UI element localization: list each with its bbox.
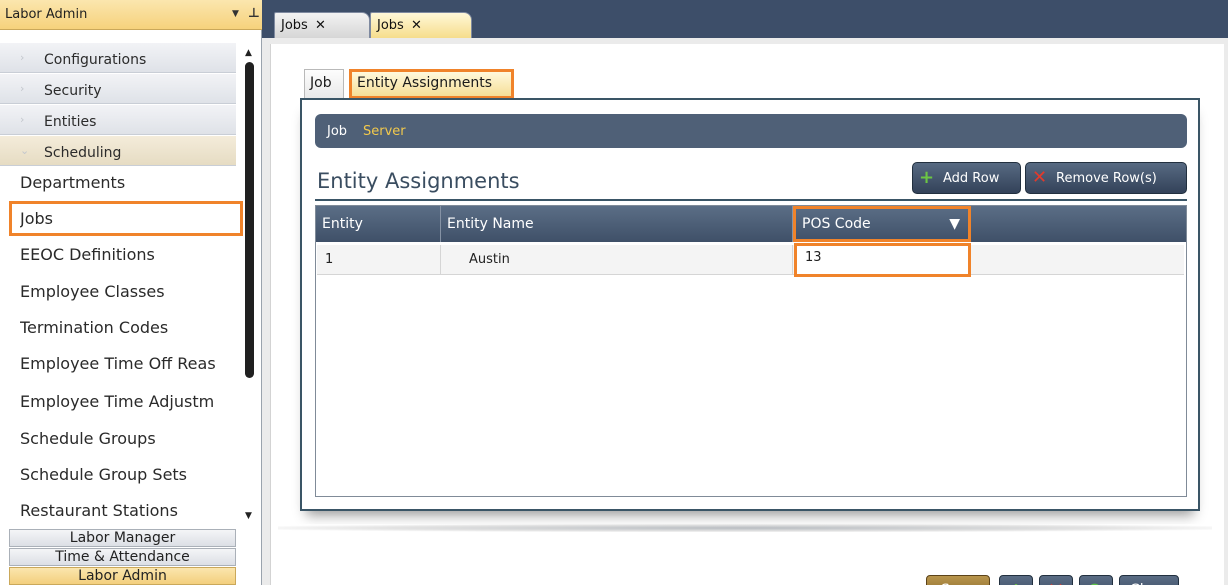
tab-jobs-2[interactable]: Jobs ✕ xyxy=(370,12,472,38)
delete-x-icon: ✕ xyxy=(1032,167,1048,188)
sidebar-item-label: EEOC Definitions xyxy=(20,245,155,264)
scroll-down-icon[interactable]: ▼ xyxy=(245,511,252,521)
sidebar-item-employee-time-adjustments[interactable]: Employee Time Adjustm xyxy=(9,384,236,420)
document-tabstrip: Jobs ✕ Jobs ✕ xyxy=(262,0,1228,38)
footer-separator xyxy=(278,524,1212,532)
section-title: Entity Assignments xyxy=(317,169,520,193)
sidebar-group-configurations[interactable]: › Configurations xyxy=(0,43,236,73)
sidebar-group-label: Configurations xyxy=(44,52,147,68)
sidebar-item-label: Jobs xyxy=(20,209,53,228)
cell-pos-code-input[interactable]: 13 xyxy=(794,243,971,277)
filter-icon[interactable]: ▼ xyxy=(949,209,960,239)
sidebar-group-label: Security xyxy=(44,83,102,99)
module-time-attendance[interactable]: Time & Attendance xyxy=(9,548,236,566)
sidebar-title: Labor Admin xyxy=(5,7,88,22)
sidebar-item-label: Schedule Groups xyxy=(20,429,156,448)
sidebar-header: Labor Admin ▼ ⊥ xyxy=(0,0,262,30)
close-button[interactable]: Close xyxy=(1119,575,1179,585)
sidebar-item-employee-time-off-reasons[interactable]: Employee Time Off Reas xyxy=(9,346,236,382)
column-header-entity[interactable]: Entity xyxy=(316,206,441,242)
sidebar: Labor Admin ▼ ⊥ › Configurations › Secur… xyxy=(0,0,262,585)
job-label: Job xyxy=(327,124,348,139)
entity-assignments-grid: Entity Entity Name POS Code ▼ 1 Austin 1… xyxy=(315,205,1187,497)
entity-assignments-panel: Job Server Entity Assignments + Add Row … xyxy=(300,98,1200,511)
tab-entity-assignments[interactable]: Entity Assignments xyxy=(349,69,514,99)
chevron-right-icon: › xyxy=(20,82,25,95)
scroll-up-icon[interactable]: ▲ xyxy=(245,48,252,58)
add-row-button[interactable]: + Add Row xyxy=(912,162,1021,194)
save-button[interactable]: Save xyxy=(926,575,990,585)
sidebar-group-label: Scheduling xyxy=(44,145,122,161)
sidebar-item-schedule-groups[interactable]: Schedule Groups xyxy=(9,421,236,457)
sidebar-item-label: Employee Classes xyxy=(20,282,165,301)
job-value: Server xyxy=(363,124,406,139)
remove-rows-button[interactable]: ✕ Remove Row(s) xyxy=(1025,162,1187,194)
sidebar-group-scheduling[interactable]: ⌄ Scheduling xyxy=(0,136,236,166)
sidebar-item-eeoc-definitions[interactable]: EEOC Definitions xyxy=(9,237,236,273)
chevron-right-icon: › xyxy=(20,113,25,126)
tab-label: Jobs xyxy=(281,18,308,33)
column-header-entity-name[interactable]: Entity Name xyxy=(441,206,793,242)
chevron-down-icon[interactable]: ▼ xyxy=(232,9,239,19)
sidebar-item-label: Schedule Group Sets xyxy=(20,465,188,484)
tab-label: Jobs xyxy=(377,18,404,33)
close-icon[interactable]: ✕ xyxy=(411,18,422,33)
sidebar-item-label: Departments xyxy=(20,173,126,192)
plus-icon: + xyxy=(919,167,935,188)
module-labor-admin[interactable]: Labor Admin xyxy=(9,567,236,585)
sidebar-scrollbar-thumb[interactable] xyxy=(245,62,254,378)
table-row[interactable]: 1 Austin 13 xyxy=(317,243,1184,277)
sidebar-item-label: Employee Time Off Reas xyxy=(20,354,216,373)
sidebar-item-label: Restaurant Stations xyxy=(20,501,178,520)
tab-jobs-1[interactable]: Jobs ✕ xyxy=(274,12,370,38)
sidebar-item-label: Termination Codes xyxy=(20,318,169,337)
tab-job[interactable]: Job xyxy=(304,69,344,99)
sidebar-item-departments[interactable]: Departments xyxy=(9,165,236,201)
document-body: Job Entity Assignments Job Server Entity… xyxy=(270,44,1224,585)
sidebar-item-label: Employee Time Adjustm xyxy=(20,392,215,411)
sidebar-item-restaurant-stations[interactable]: Restaurant Stations xyxy=(9,493,236,529)
grid-header: Entity Entity Name POS Code ▼ xyxy=(316,206,1186,242)
chevron-down-icon: ⌄ xyxy=(20,144,30,157)
add-row-label: Add Row xyxy=(943,171,1000,186)
job-info-bar: Job Server xyxy=(315,114,1187,148)
sidebar-group-label: Entities xyxy=(44,114,97,130)
sidebar-item-employee-classes[interactable]: Employee Classes xyxy=(9,274,236,310)
cell-entity-name[interactable]: Austin xyxy=(441,245,793,275)
cell-entity[interactable]: 1 xyxy=(317,245,441,275)
sidebar-item-schedule-group-sets[interactable]: Schedule Group Sets xyxy=(9,457,236,493)
column-header-pos-code[interactable]: POS Code ▼ xyxy=(793,206,971,242)
delete-icon[interactable]: ✕ xyxy=(1039,575,1073,585)
sidebar-item-jobs[interactable]: Jobs xyxy=(9,201,243,236)
main-area: Jobs ✕ Jobs ✕ Job Entity Assignments Job… xyxy=(262,0,1228,585)
add-icon[interactable]: + xyxy=(999,575,1033,585)
module-labor-manager[interactable]: Labor Manager xyxy=(9,529,236,547)
pin-icon[interactable]: ⊥ xyxy=(248,6,260,21)
refresh-icon[interactable]: ⟳ xyxy=(1079,575,1113,585)
chevron-right-icon: › xyxy=(20,51,25,64)
sidebar-group-security[interactable]: › Security xyxy=(0,74,236,104)
remove-rows-label: Remove Row(s) xyxy=(1056,171,1157,186)
column-header-label: POS Code xyxy=(802,216,871,232)
close-icon[interactable]: ✕ xyxy=(315,18,326,33)
sidebar-group-entities[interactable]: › Entities xyxy=(0,105,236,135)
section-divider xyxy=(315,199,1187,201)
sidebar-item-termination-codes[interactable]: Termination Codes xyxy=(9,310,236,346)
